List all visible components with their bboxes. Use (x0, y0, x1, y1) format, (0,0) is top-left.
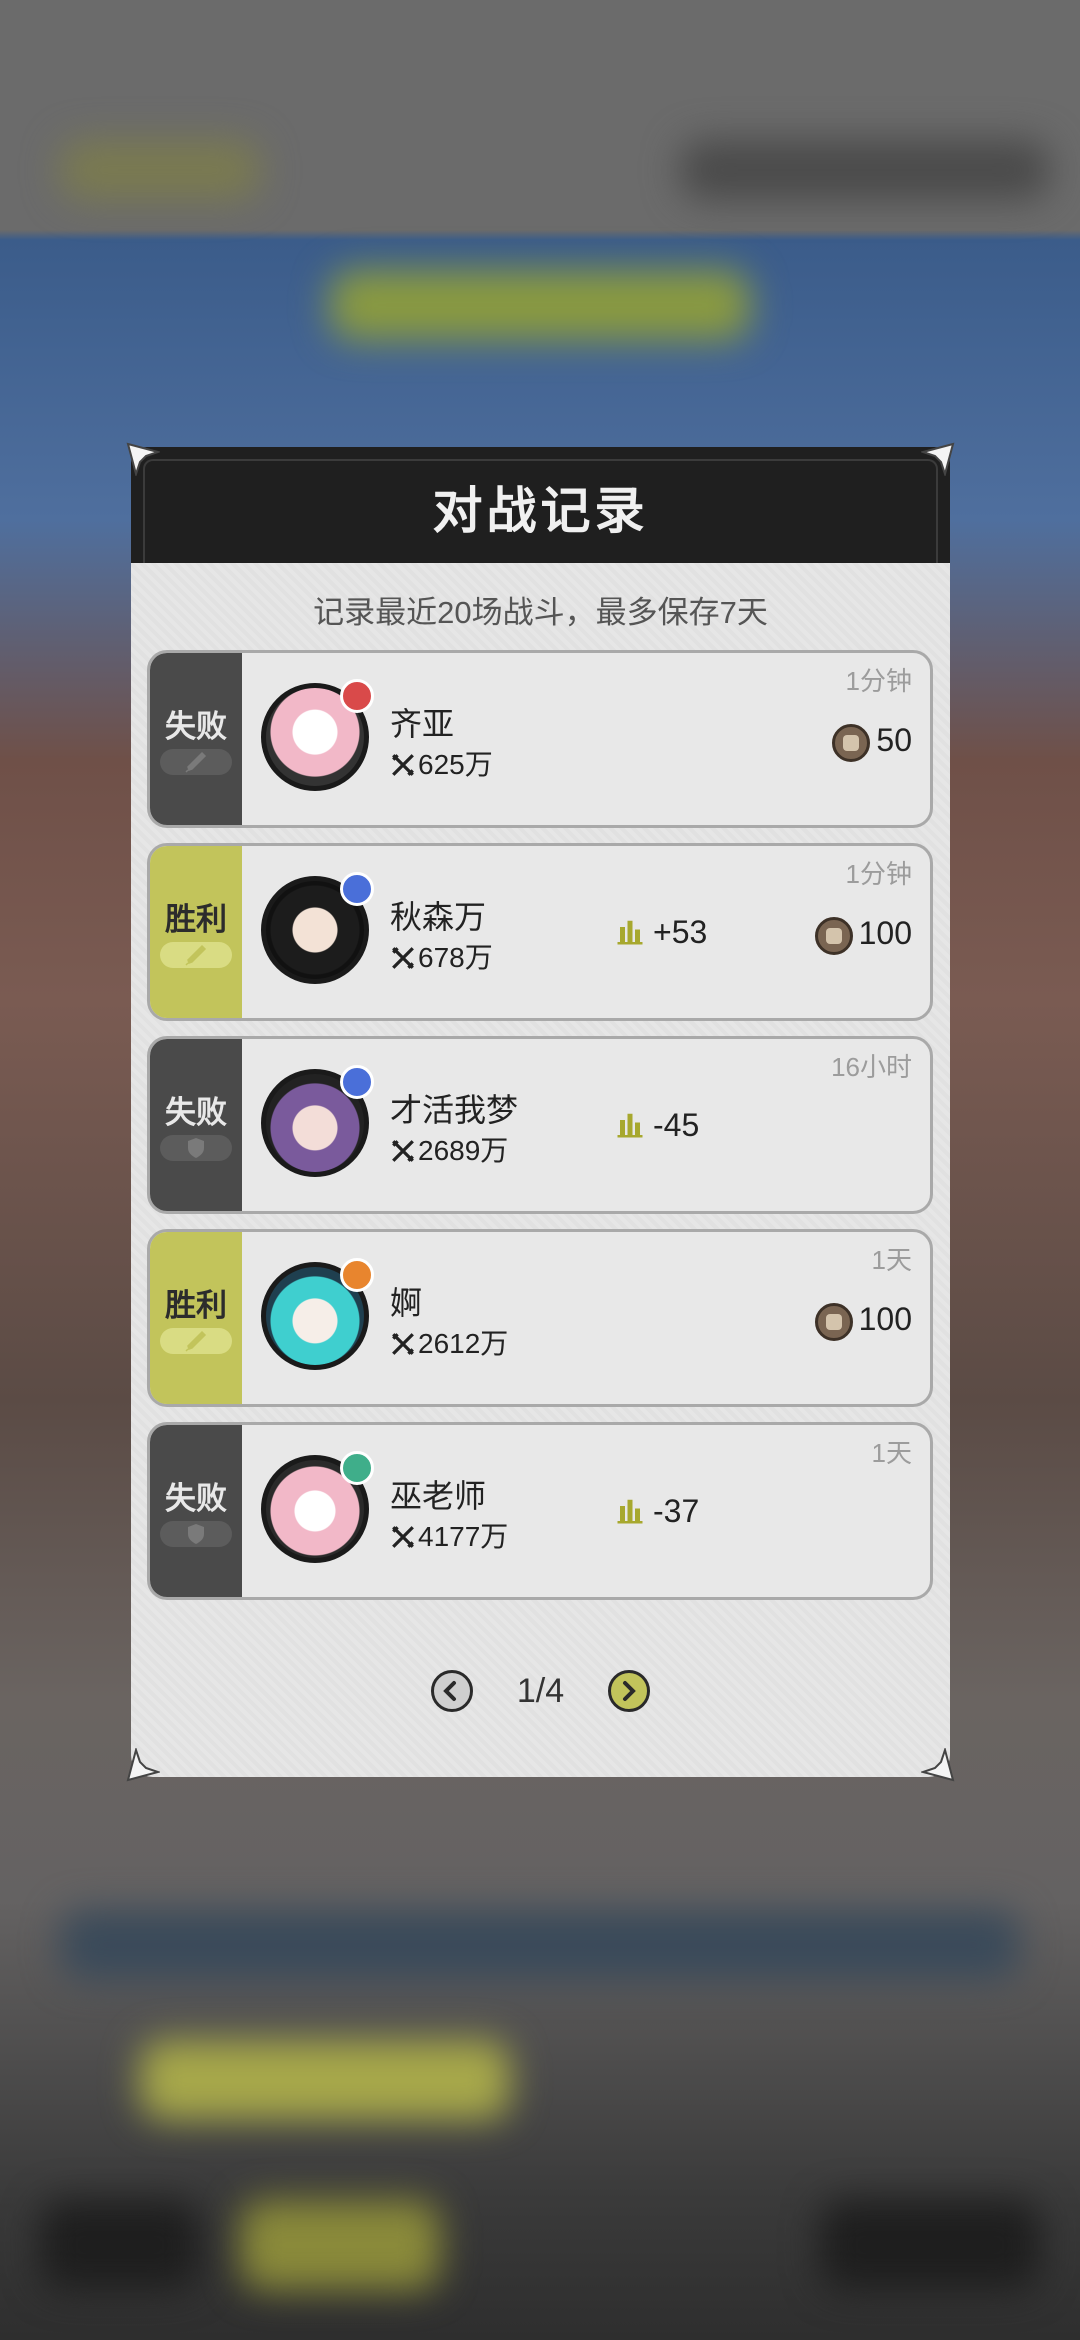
sword-pill (160, 942, 232, 968)
battle-time: 1天 (871, 1245, 912, 1275)
battle-record-row[interactable]: 胜利 婀 2612万 1天 100 (147, 1229, 933, 1407)
fist-coin-icon (814, 1302, 853, 1341)
background-block (680, 140, 1050, 200)
background-block (40, 2200, 200, 2290)
bar-chart-icon (617, 1499, 643, 1524)
combat-power: 2612万 (390, 1322, 508, 1362)
coin-value: 100 (858, 1301, 912, 1337)
shield-icon (188, 1138, 204, 1158)
sword-icon (185, 751, 207, 773)
player-name: 婀 (390, 1285, 423, 1321)
battle-time: 16小时 (831, 1052, 912, 1082)
combat-power-value: 2612万 (418, 1328, 509, 1359)
crossed-swords-icon (392, 1140, 414, 1162)
rank-change-value: -37 (653, 1493, 700, 1529)
faction-badge-icon (340, 1451, 374, 1485)
combat-power: 678万 (390, 936, 493, 976)
background-block (330, 270, 750, 340)
page-indicator: 1/4 (516, 1672, 565, 1710)
crossed-swords-icon (392, 754, 414, 776)
dialog-title: 对战记录 (432, 483, 649, 539)
corner-ornament-bottom-left-icon (126, 1746, 162, 1782)
coin-reward: 100 (814, 912, 912, 955)
faction-badge-icon (340, 1258, 374, 1292)
rank-change-value: +53 (653, 914, 708, 950)
background-block (240, 2200, 440, 2290)
crossed-swords-icon (392, 1526, 414, 1548)
rank-change: -37 (615, 1493, 699, 1530)
corner-ornament-bottom-right-icon (919, 1746, 955, 1782)
player-name: 秋森万 (390, 899, 487, 935)
player-name: 巫老师 (390, 1478, 487, 1514)
result-label: 失败 (165, 1481, 227, 1516)
shield-pill (160, 1521, 232, 1547)
crossed-swords-icon (392, 1333, 414, 1355)
fist-coin-icon (832, 723, 871, 762)
chevron-right-icon (623, 1681, 636, 1701)
result-strip: 失败 (150, 1425, 242, 1597)
combat-power: 4177万 (390, 1515, 508, 1555)
background-block (140, 2040, 510, 2120)
result-strip: 失败 (150, 653, 242, 825)
battle-time: 1天 (871, 1438, 912, 1468)
rank-change: -45 (615, 1107, 699, 1144)
result-strip: 失败 (150, 1039, 242, 1211)
rank-change-value: -45 (653, 1107, 700, 1143)
battle-time: 1分钟 (845, 859, 912, 889)
dialog-subtitle: 记录最近20场战斗，最多保存7天 (313, 595, 768, 630)
result-label: 失败 (165, 709, 227, 744)
rank-change: +53 (615, 914, 707, 951)
battle-record-row[interactable]: 胜利 秋森万 678万 1分钟 +53 100 (147, 843, 933, 1021)
coin-value: 50 (876, 722, 912, 758)
faction-badge-icon (340, 1065, 374, 1099)
battle-record-row[interactable]: 失败 巫老师 4177万 1天 -37 (147, 1422, 933, 1600)
sword-icon (185, 1330, 207, 1352)
next-page-button[interactable] (608, 1670, 650, 1712)
background-block (60, 1910, 1020, 1980)
pagination: 1/4 (131, 1664, 950, 1724)
result-strip: 胜利 (150, 1232, 242, 1404)
combat-power-value: 625万 (418, 749, 493, 780)
shield-icon (188, 1524, 204, 1544)
sword-pill (160, 749, 232, 775)
coin-reward: 50 (832, 719, 912, 762)
sword-icon (185, 944, 207, 966)
combat-power-value: 4177万 (418, 1521, 509, 1552)
corner-ornament-top-right-icon (919, 442, 955, 478)
crossed-swords-icon (392, 947, 414, 969)
player-name: 齐亚 (390, 706, 455, 742)
player-name: 才活我梦 (390, 1092, 519, 1128)
battle-time: 1分钟 (845, 666, 912, 696)
dialog-header: 对战记录 (131, 447, 950, 563)
combat-power-value: 678万 (418, 942, 493, 973)
shield-pill (160, 1135, 232, 1161)
battle-record-row[interactable]: 失败 齐亚 625万 1分钟 50 (147, 650, 933, 828)
fist-coin-icon (814, 916, 853, 955)
battle-record-row[interactable]: 失败 才活我梦 2689万 16小时 -45 (147, 1036, 933, 1214)
combat-power: 2689万 (390, 1129, 508, 1169)
combat-power-value: 2689万 (418, 1135, 509, 1166)
background-block (60, 140, 260, 200)
result-label: 失败 (165, 1095, 227, 1130)
result-strip: 胜利 (150, 846, 242, 1018)
result-label: 胜利 (165, 902, 227, 937)
faction-badge-icon (340, 872, 374, 906)
bar-chart-icon (617, 920, 643, 945)
bar-chart-icon (617, 1113, 643, 1138)
corner-ornament-top-left-icon (126, 442, 162, 478)
dialog-body: 记录最近20场战斗，最多保存7天 失败 齐亚 625万 1分钟 50 胜利 秋森… (131, 563, 950, 1777)
coin-value: 100 (858, 915, 912, 951)
result-label: 胜利 (165, 1288, 227, 1323)
faction-badge-icon (340, 679, 374, 713)
battle-record-dialog: 对战记录 记录最近20场战斗，最多保存7天 失败 齐亚 625万 1分钟 50 (126, 442, 955, 1782)
sword-pill (160, 1328, 232, 1354)
coin-reward: 100 (814, 1298, 912, 1341)
combat-power: 625万 (390, 743, 493, 783)
background-block (820, 2200, 1040, 2290)
